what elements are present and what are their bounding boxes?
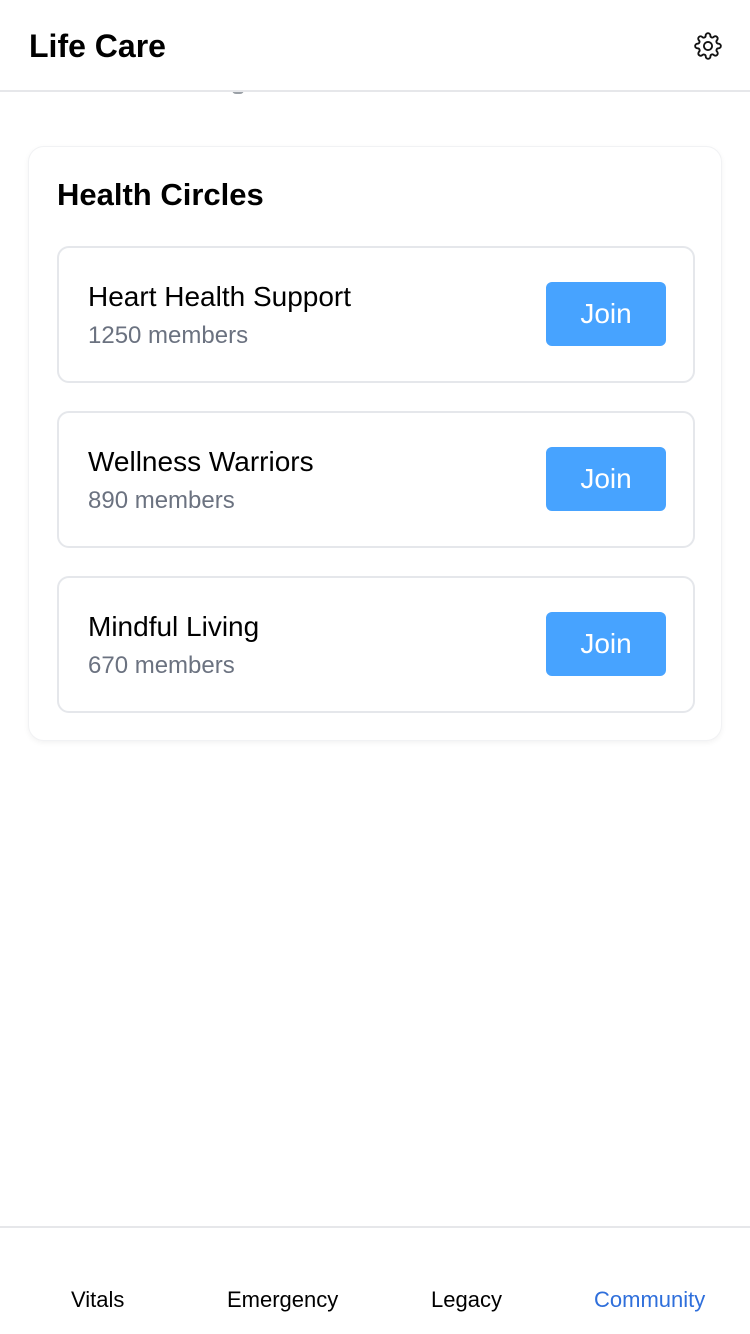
circle-member-count: 1250 members (88, 322, 249, 349)
join-button[interactable]: Join (546, 282, 666, 346)
app-screen: Life Care Health Circles Heart Health Su… (0, 0, 750, 1334)
circle-name: Wellness Warriors (88, 446, 314, 477)
circle-name: Mindful Living (88, 611, 260, 642)
top-header: Life Care (0, 0, 750, 92)
gear-icon (694, 32, 722, 60)
circle-name: Heart Health Support (88, 281, 352, 312)
join-button[interactable]: Join (546, 447, 666, 511)
circle-card-heart-health-support: Heart Health Support 1250 members Join (57, 246, 695, 383)
settings-button[interactable] (692, 30, 724, 62)
health-circles-panel: Health Circles Heart Health Support 1250… (28, 146, 722, 741)
tab-legacy[interactable]: Legacy (431, 1286, 502, 1314)
tab-emergency[interactable]: Emergency (227, 1286, 338, 1314)
tab-vitals[interactable]: Vitals (71, 1286, 124, 1314)
join-button[interactable]: Join (546, 612, 666, 676)
app-title: Life Care (29, 28, 166, 64)
bottom-tab-bar: Vitals Emergency Legacy Community (0, 1226, 750, 1334)
circle-card-mindful-living: Mindful Living 670 members Join (57, 576, 695, 713)
circle-member-count: 670 members (88, 652, 235, 679)
tab-community[interactable]: Community (594, 1286, 705, 1314)
circle-card-wellness-warriors: Wellness Warriors 890 members Join (57, 411, 695, 548)
section-title: Health Circles (57, 177, 264, 212)
circle-member-count: 890 members (88, 487, 235, 514)
